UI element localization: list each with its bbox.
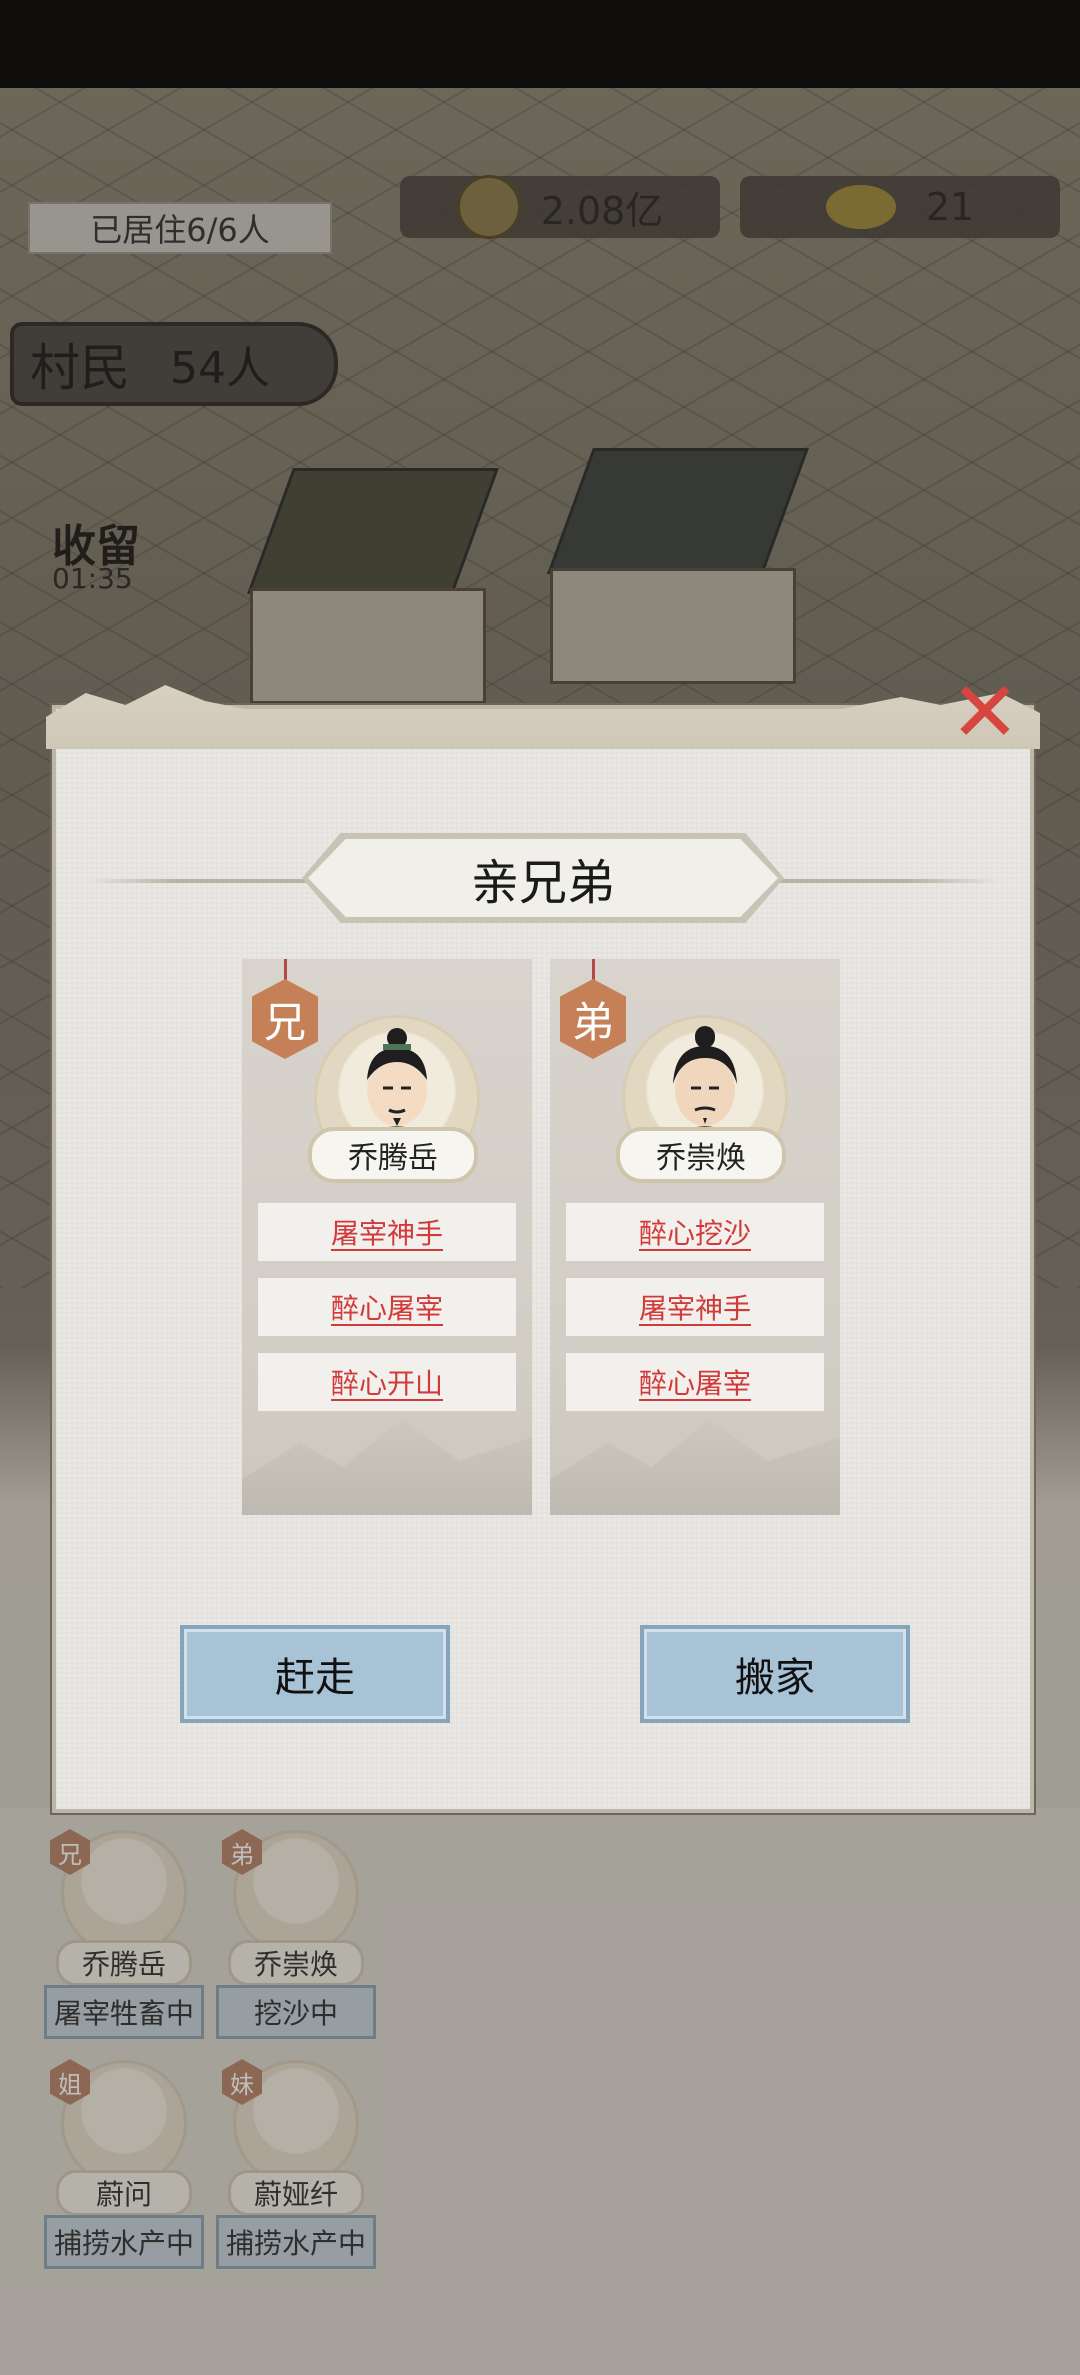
member-name: 乔腾岳 (308, 1127, 478, 1183)
move-button[interactable]: 搬家 (640, 1625, 910, 1723)
member-name: 乔崇焕 (616, 1127, 786, 1183)
skill-link[interactable]: 醉心开山 (258, 1353, 516, 1411)
skill-link[interactable]: 醉心屠宰 (566, 1353, 824, 1411)
skill-link[interactable]: 醉心挖沙 (566, 1203, 824, 1261)
evict-button[interactable]: 赶走 (180, 1625, 450, 1723)
relation-tag: 弟 (560, 979, 626, 1059)
member-card-younger: 弟 乔崇焕 醉心挖沙 屠宰神手 醉心屠宰 (550, 959, 840, 1515)
member-card-elder: 兄 乔腾岳 屠宰神手 醉心屠宰 醉心开山 (242, 959, 532, 1515)
brothers-dialog: 亲兄弟 兄 乔腾岳 屠宰神手 醉心屠宰 醉心开山 弟 乔崇焕 醉心挖沙 屠宰神手… (46, 685, 1040, 1813)
close-x-icon[interactable]: ✕ (945, 670, 1025, 754)
dialog-title: 亲兄弟 (308, 839, 778, 917)
skill-link[interactable]: 屠宰神手 (258, 1203, 516, 1261)
card-mountain-decor (242, 1419, 532, 1515)
skill-link[interactable]: 屠宰神手 (566, 1278, 824, 1336)
relation-tag: 兄 (252, 979, 318, 1059)
skill-link[interactable]: 醉心屠宰 (258, 1278, 516, 1336)
card-mountain-decor (550, 1419, 840, 1515)
